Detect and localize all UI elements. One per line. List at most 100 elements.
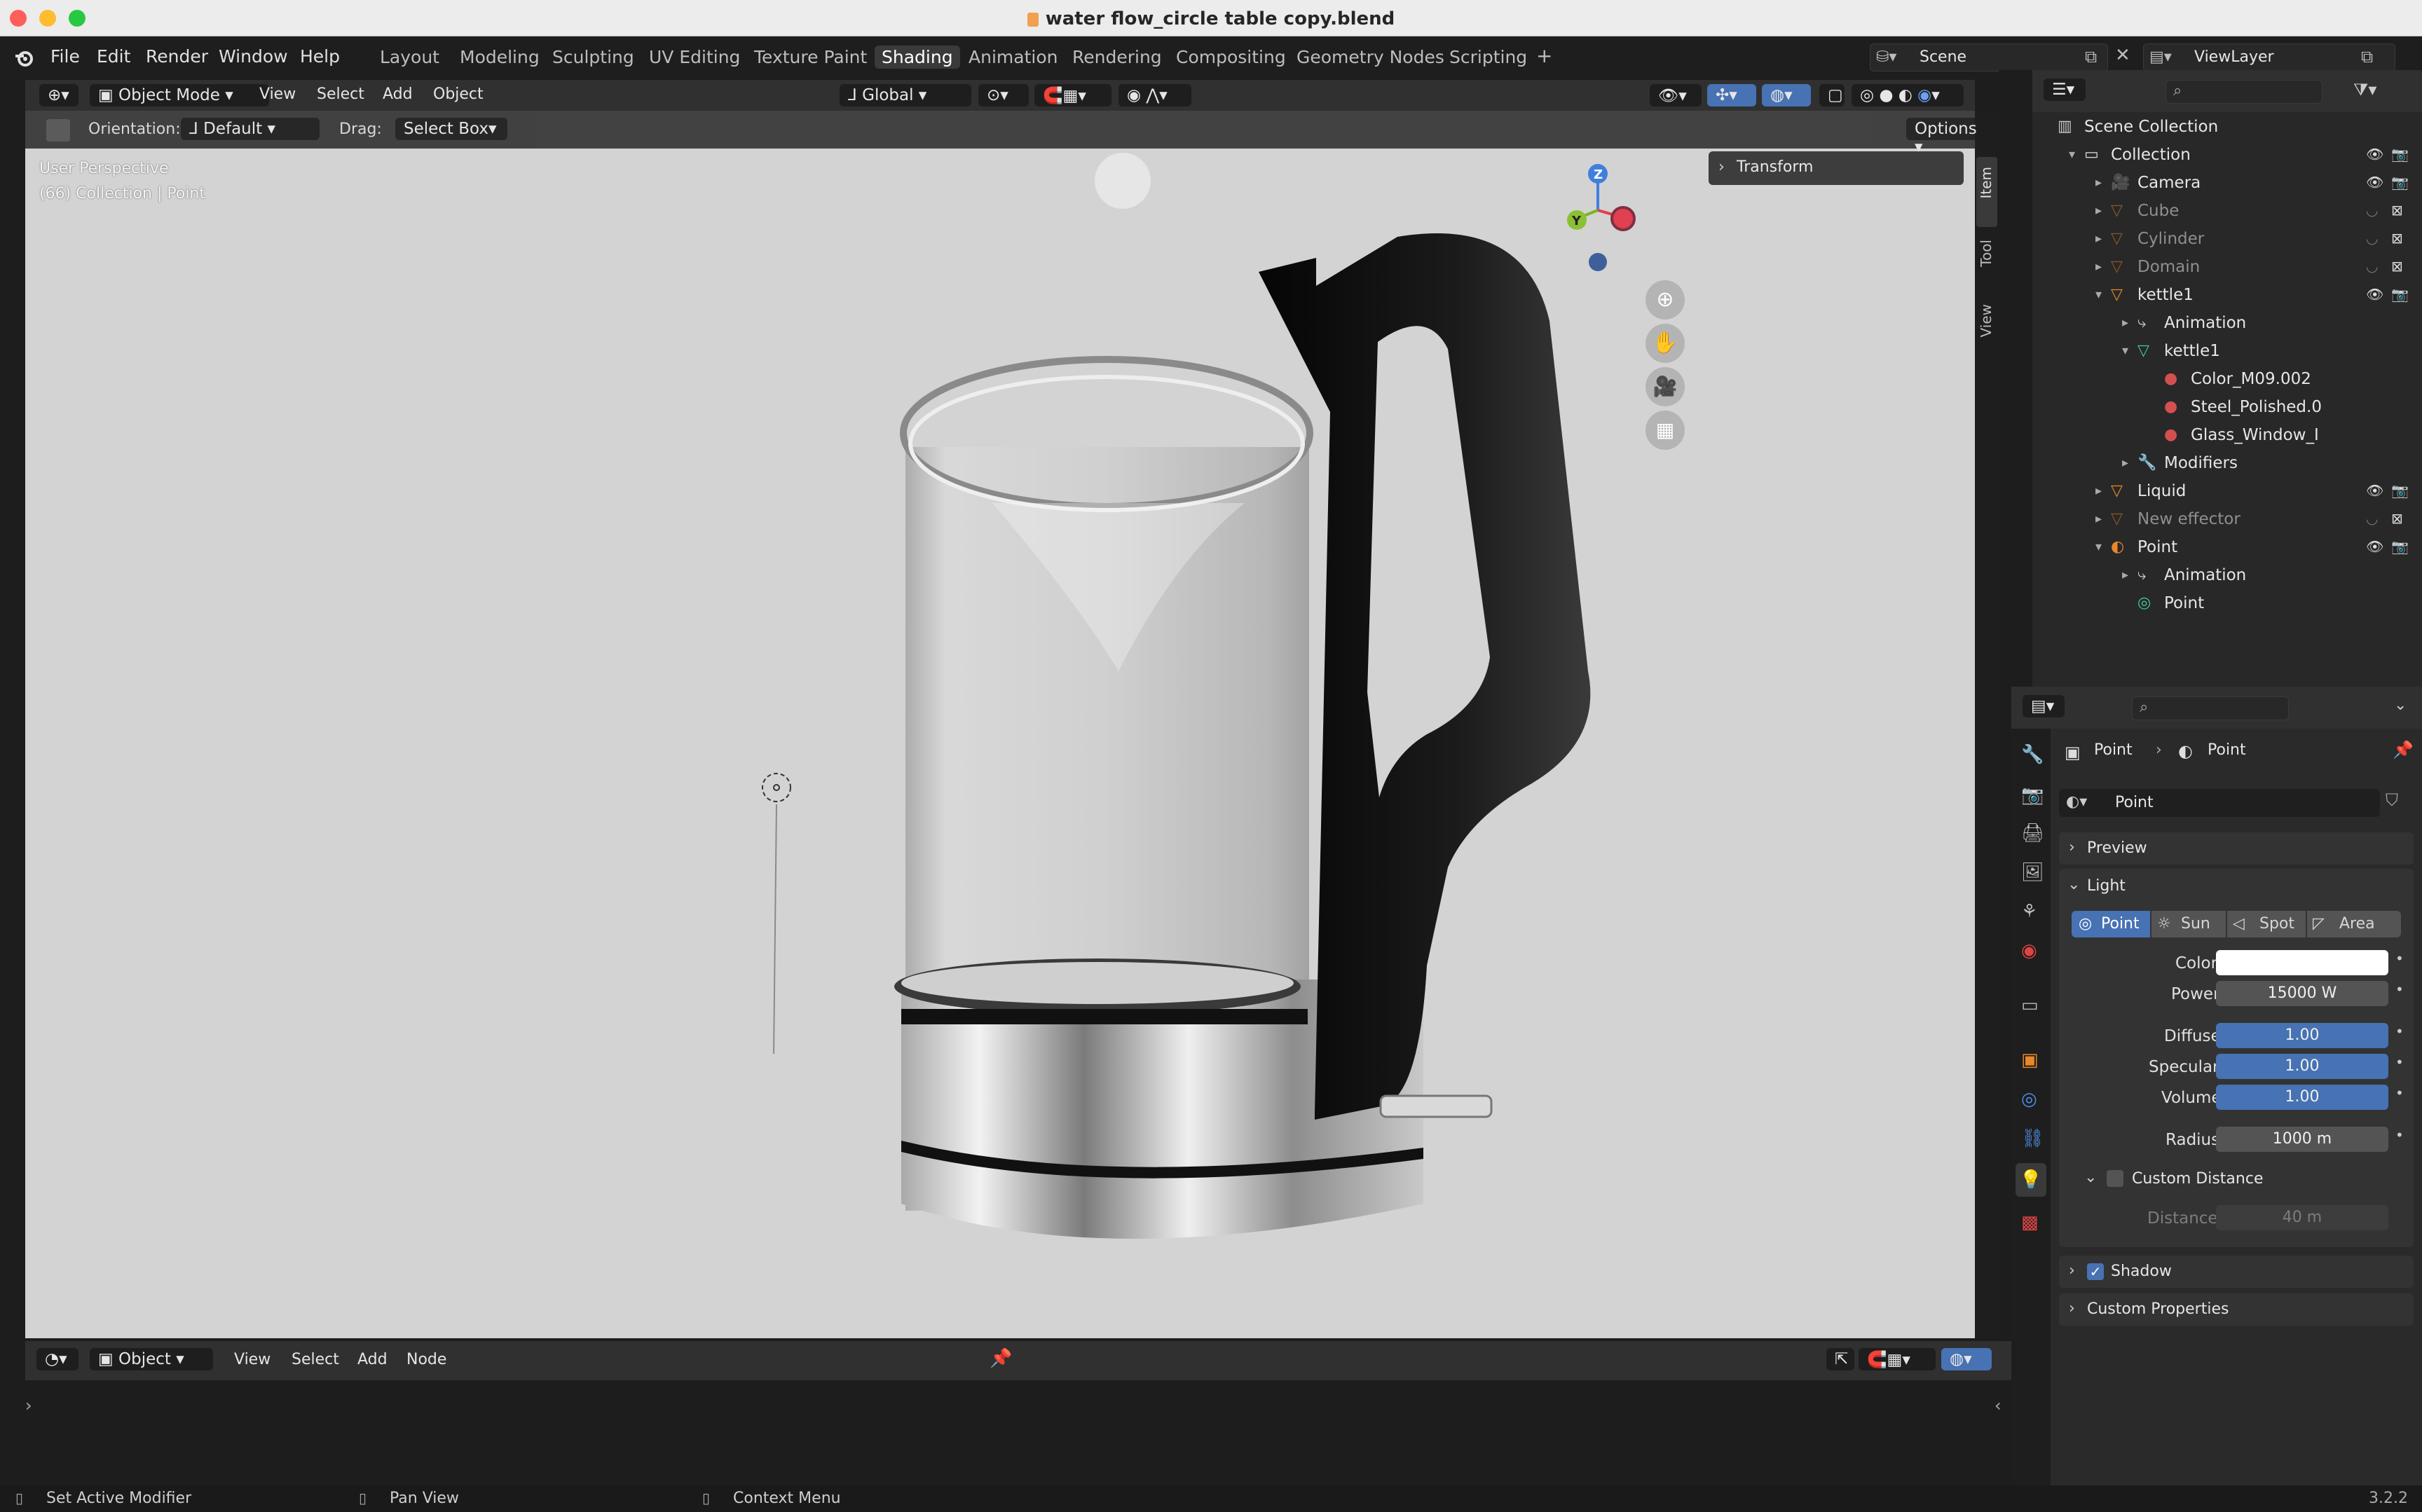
- visibility-icon[interactable]: 👁▾: [1650, 84, 1702, 106]
- light-datablock-field[interactable]: ◐▾ Point: [2059, 789, 2380, 817]
- outliner-row[interactable]: ▾ ▽ kettle1: [2032, 338, 2422, 366]
- vp-menu-select[interactable]: Select: [317, 85, 364, 103]
- keyframe-dot-icon[interactable]: •: [2395, 950, 2404, 967]
- drag-dropdown[interactable]: Select Box▾: [395, 118, 507, 140]
- tool-tab-icon[interactable]: 🔧: [2021, 744, 2044, 765]
- custom-distance-subpanel[interactable]: ⌄ Custom Distance: [2066, 1163, 2407, 1195]
- world-tab-icon[interactable]: ◉: [2021, 940, 2037, 961]
- light-type-spot-button[interactable]: ◁ Spot: [2227, 911, 2306, 937]
- outliner-row[interactable]: ▸ ▽ Liquid 👁 📷: [2032, 478, 2422, 506]
- custom-properties-section[interactable]: › Custom Properties: [2059, 1293, 2414, 1326]
- breadcrumb-object[interactable]: Point: [2094, 741, 2133, 759]
- constraints-tab-icon[interactable]: ⛓: [2021, 1128, 2044, 1149]
- menu-render[interactable]: Render: [146, 46, 208, 67]
- physics-tab-icon[interactable]: ◎: [2021, 1089, 2037, 1110]
- render-disabled-icon[interactable]: ⊠: [2391, 510, 2403, 527]
- volume-slider[interactable]: 1.00: [2216, 1085, 2388, 1110]
- hidden-eye-icon[interactable]: ◡: [2366, 258, 2378, 275]
- expand-right-icon[interactable]: ▸: [2095, 175, 2102, 190]
- light-type-area-button[interactable]: ◸ Area: [2307, 911, 2401, 937]
- solid-icon[interactable]: ●: [1879, 86, 1893, 104]
- render-disabled-icon[interactable]: ⊠: [2391, 230, 2403, 247]
- render-disabled-icon[interactable]: ⊠: [2391, 202, 2403, 219]
- expand-right-icon[interactable]: ▸: [2095, 511, 2102, 526]
- eye-icon[interactable]: 👁: [2366, 174, 2383, 191]
- outliner-editor-type-icon[interactable]: ☰▾: [2044, 78, 2086, 101]
- blender-logo-icon[interactable]: [14, 48, 35, 69]
- outliner-row[interactable]: ● Color_M09.002: [2032, 366, 2422, 394]
- transform-orientation-selector[interactable]: ⅃ Global ▾: [840, 84, 971, 106]
- new-view-layer-icon[interactable]: ⧉: [2361, 47, 2373, 67]
- add-workspace-button[interactable]: +: [1529, 43, 1559, 69]
- expand-right-icon[interactable]: ▸: [2095, 483, 2102, 498]
- outliner-row[interactable]: ● Glass_Window_I: [2032, 422, 2422, 450]
- outliner-row[interactable]: ▾ ▽ kettle1 👁 📷: [2032, 282, 2422, 310]
- light-section-label[interactable]: Light: [2087, 877, 2126, 895]
- tab-shading[interactable]: Shading: [875, 46, 960, 69]
- 3d-viewport[interactable]: User Perspective (66) Collection | Point…: [25, 111, 1975, 1338]
- expand-right-icon[interactable]: ▸: [2095, 203, 2102, 218]
- node-editor-type-icon[interactable]: ◔▾: [36, 1348, 78, 1370]
- rendered-icon[interactable]: ◉: [1917, 86, 1931, 104]
- expand-right-icon[interactable]: ▸: [2095, 259, 2102, 274]
- zoom-icon[interactable]: ⊕: [1646, 280, 1685, 319]
- eye-icon[interactable]: 👁: [2366, 286, 2383, 303]
- hidden-eye-icon[interactable]: ◡: [2366, 202, 2378, 219]
- tab-animation[interactable]: Animation: [962, 46, 1065, 69]
- light-type-sun-button[interactable]: ☼ Sun: [2151, 911, 2226, 937]
- tab-compositing[interactable]: Compositing: [1169, 46, 1293, 69]
- preview-section[interactable]: › Preview: [2059, 832, 2414, 865]
- outliner-search-input[interactable]: ⌕: [2166, 80, 2322, 104]
- view-layer-selector[interactable]: ▤▾ ViewLayer ⧉: [2143, 43, 2395, 71]
- delete-scene-icon[interactable]: ✕: [2115, 45, 2130, 66]
- shadow-checkbox[interactable]: ✓: [2087, 1263, 2104, 1280]
- ortho-grid-icon[interactable]: ▦: [1646, 411, 1685, 450]
- specular-slider[interactable]: 1.00: [2216, 1054, 2388, 1079]
- custom-distance-checkbox[interactable]: [2107, 1170, 2123, 1187]
- node-menu-view[interactable]: View: [234, 1351, 271, 1368]
- orientation-dropdown[interactable]: ⅃ Default ▾: [181, 118, 320, 140]
- eye-icon[interactable]: 👁: [2366, 146, 2383, 163]
- expand-right-icon[interactable]: ▸: [2122, 315, 2128, 330]
- vp-menu-add[interactable]: Add: [383, 85, 413, 103]
- power-field[interactable]: 15000 W: [2216, 981, 2388, 1006]
- render-camera-icon[interactable]: 📷: [2391, 538, 2409, 555]
- filter-icon[interactable]: ⧩▾: [2353, 80, 2376, 99]
- tab-layout[interactable]: Layout: [373, 46, 446, 69]
- node-menu-add[interactable]: Add: [357, 1351, 388, 1368]
- outliner-row[interactable]: ● Steel_Polished.0: [2032, 394, 2422, 422]
- pin-icon[interactable]: 📌: [990, 1348, 1012, 1369]
- node-menu-node[interactable]: Node: [406, 1351, 446, 1368]
- outliner-row[interactable]: ▸ ▽ Cube ◡ ⊠: [2032, 198, 2422, 226]
- menu-edit[interactable]: Edit: [97, 46, 130, 67]
- select-box-tool-icon[interactable]: [46, 119, 70, 142]
- hidden-eye-icon[interactable]: ◡: [2366, 510, 2378, 527]
- shadow-section[interactable]: › ✓ Shadow: [2059, 1256, 2414, 1288]
- vp-menu-view[interactable]: View: [259, 85, 296, 103]
- properties-editor-type-icon[interactable]: ▤▾: [2023, 695, 2065, 717]
- vp-menu-object[interactable]: Object: [433, 85, 484, 103]
- outliner-row[interactable]: ◎ Point: [2032, 590, 2422, 618]
- chevron-left-icon[interactable]: ‹: [1995, 1396, 2002, 1415]
- expand-down-icon[interactable]: ▾: [2122, 343, 2128, 358]
- outliner-row[interactable]: ▸ ⤷ Animation: [2032, 562, 2422, 590]
- collection-tab-icon[interactable]: ▭: [2021, 995, 2039, 1016]
- render-camera-icon[interactable]: 📷: [2391, 146, 2409, 163]
- outliner-row[interactable]: ▸ ⤷ Animation: [2032, 310, 2422, 338]
- outliner-row[interactable]: ▸ 🎥 Camera 👁 📷: [2032, 170, 2422, 198]
- node-overlay-icon[interactable]: ◍▾: [1941, 1348, 1992, 1370]
- tab-view[interactable]: View: [1976, 294, 1997, 357]
- tab-sculpting[interactable]: Sculpting: [545, 46, 641, 69]
- chevron-right-icon[interactable]: ›: [25, 1396, 32, 1415]
- distance-field[interactable]: 40 m: [2216, 1205, 2388, 1230]
- material-preview-icon[interactable]: ◐: [1898, 86, 1913, 104]
- outliner-row[interactable]: ▸ ▽ Domain ◡ ⊠: [2032, 254, 2422, 282]
- menu-file[interactable]: File: [50, 46, 80, 67]
- keyframe-dot-icon[interactable]: •: [2395, 1127, 2404, 1143]
- outliner-row[interactable]: ▸ 🔧 Modifiers: [2032, 450, 2422, 478]
- pin-icon[interactable]: 📌: [2393, 740, 2414, 760]
- tab-geometry-nodes[interactable]: Geometry Nodes: [1289, 46, 1451, 69]
- tab-item[interactable]: Item: [1976, 157, 1997, 227]
- tab-rendering[interactable]: Rendering: [1065, 46, 1169, 69]
- menu-help[interactable]: Help: [300, 46, 340, 67]
